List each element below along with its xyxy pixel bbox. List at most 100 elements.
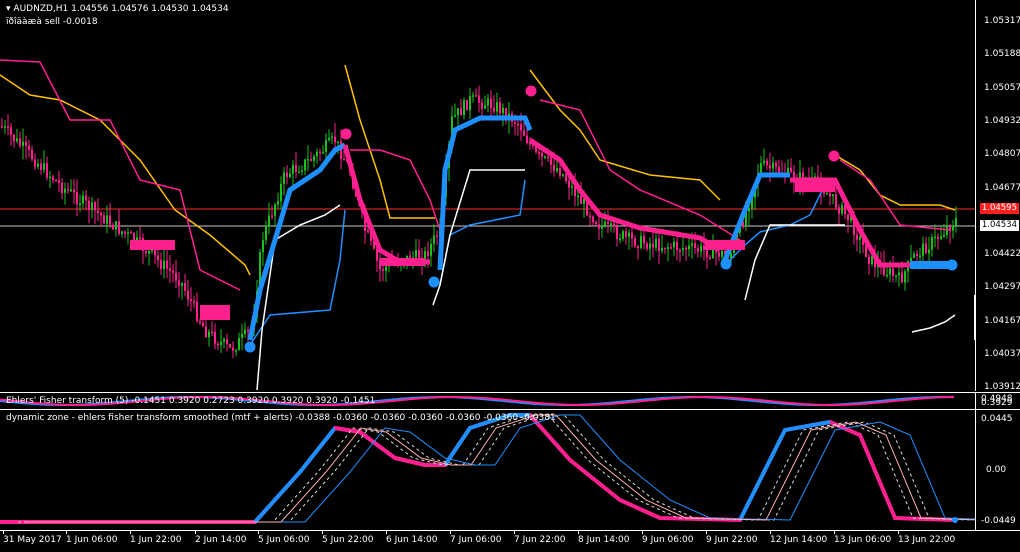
candle-body bbox=[274, 204, 276, 216]
price-scale-label: 1.05188 bbox=[984, 49, 1020, 60]
candle-body bbox=[457, 108, 459, 116]
candle-body bbox=[238, 337, 240, 351]
time-axis-label: 7 Jun 06:00 bbox=[450, 535, 502, 545]
candle-body bbox=[427, 251, 429, 256]
candle-body bbox=[283, 172, 285, 185]
candle-body bbox=[196, 301, 198, 321]
chevron-down-icon[interactable]: ▾ bbox=[6, 4, 11, 14]
candle-body bbox=[595, 222, 597, 225]
candle-body bbox=[37, 163, 39, 167]
time-tick bbox=[322, 531, 323, 534]
candle-body bbox=[610, 223, 612, 226]
candle-body bbox=[955, 218, 957, 226]
candle-body bbox=[541, 152, 543, 157]
signal-dot bbox=[828, 150, 840, 162]
candle-body bbox=[328, 137, 330, 141]
dz-level-line bbox=[18, 414, 974, 523]
dynamic-zone-canvas[interactable] bbox=[0, 410, 976, 530]
candle-body bbox=[910, 258, 912, 262]
candle-body bbox=[367, 230, 369, 233]
candle-body bbox=[943, 234, 945, 237]
candle-body bbox=[496, 102, 498, 112]
candle-body bbox=[526, 135, 528, 144]
time-axis-label: 8 Jun 14:00 bbox=[578, 535, 630, 545]
candle-body bbox=[472, 95, 474, 97]
candle-body bbox=[769, 165, 771, 169]
candle-body bbox=[76, 192, 78, 205]
signal-dot bbox=[525, 85, 537, 97]
candle-body bbox=[640, 235, 642, 248]
candle-body bbox=[187, 290, 189, 300]
candle-body bbox=[613, 223, 615, 227]
candle-body bbox=[454, 115, 456, 117]
candle-body bbox=[619, 238, 621, 241]
candle-body bbox=[838, 207, 840, 214]
candle-body bbox=[484, 105, 486, 109]
candle-body bbox=[649, 243, 651, 249]
candle-body bbox=[628, 232, 630, 237]
candle-body bbox=[4, 126, 6, 128]
candle-body bbox=[154, 249, 156, 256]
candle-body bbox=[223, 339, 225, 342]
candle-body bbox=[565, 174, 567, 181]
candle-body bbox=[79, 203, 81, 205]
candle-body bbox=[214, 331, 216, 344]
candle-body bbox=[679, 250, 681, 252]
price-scale[interactable]: 1.05317 1.05188 1.05057 1.04932 1.04807 1.046… bbox=[975, 0, 1020, 392]
candle-body bbox=[40, 163, 42, 170]
candle-body bbox=[307, 159, 309, 161]
candle-body bbox=[829, 193, 831, 197]
candle-body bbox=[931, 237, 933, 250]
candle-body bbox=[385, 266, 387, 271]
candle-body bbox=[148, 250, 150, 254]
candle-body bbox=[190, 299, 192, 302]
candle-group bbox=[1, 85, 957, 359]
dz-scale-label: -0.0449 bbox=[981, 516, 1016, 526]
candle-body bbox=[331, 136, 333, 139]
candle-body bbox=[460, 108, 462, 116]
dynamic-zone-scale[interactable]: 0.0445 0.00 -0.0449 bbox=[975, 410, 1020, 530]
stop-line bbox=[744, 224, 845, 301]
time-tick bbox=[770, 531, 771, 534]
main-chart-pane[interactable]: 1.05317 1.05188 1.05057 1.04932 1.04807 1.046… bbox=[0, 0, 1020, 392]
candle-body bbox=[865, 244, 867, 257]
candle-body bbox=[892, 268, 894, 277]
candle-body bbox=[502, 107, 504, 114]
time-axis-label: 31 May 2017 bbox=[3, 535, 62, 545]
candle-body bbox=[19, 138, 21, 146]
candle-body bbox=[55, 180, 57, 182]
dz-rising-segment bbox=[738, 420, 831, 521]
candle-body bbox=[172, 270, 174, 273]
candle-body bbox=[709, 257, 711, 259]
candle-body bbox=[109, 215, 111, 225]
fisher-pane[interactable]: Ehlers' Fisher transform (5) -0.1451 0.3… bbox=[0, 392, 1020, 409]
zone-block bbox=[705, 240, 745, 250]
candle-body bbox=[571, 185, 573, 188]
candle-body bbox=[208, 331, 210, 338]
fisher-scale[interactable]: 0.4948 0.3929 bbox=[975, 393, 1020, 409]
candle-body bbox=[433, 235, 435, 244]
candle-body bbox=[658, 238, 660, 251]
candle-body bbox=[7, 126, 9, 128]
price-chart-canvas[interactable] bbox=[0, 0, 976, 391]
candle-body bbox=[211, 331, 213, 334]
time-tick bbox=[706, 531, 707, 534]
sell-step-line bbox=[342, 144, 430, 265]
time-axis[interactable]: 31 May 2017 1 Jun 06:00 1 Jun 22:00 2 Jun 1… bbox=[0, 530, 1020, 552]
candle-body bbox=[538, 151, 540, 154]
dz-main-line bbox=[0, 413, 956, 524]
candle-body bbox=[478, 95, 480, 103]
candle-body bbox=[289, 173, 291, 178]
candle-body bbox=[580, 195, 582, 205]
candle-body bbox=[625, 231, 627, 237]
candle-body bbox=[310, 159, 312, 161]
dynamic-zone-pane[interactable]: dynamic zone - ehlers fisher transform s… bbox=[0, 409, 1020, 530]
signal-dot bbox=[244, 341, 256, 353]
candle-body bbox=[607, 221, 609, 224]
symbol-header: ▾ AUDNZD,H1 1.04556 1.04576 1.04530 1.04… bbox=[6, 4, 229, 15]
candle-body bbox=[898, 272, 900, 276]
candle-body bbox=[46, 163, 48, 178]
candle-body bbox=[124, 231, 126, 234]
candle-body bbox=[940, 236, 942, 239]
dynamic-zone-title: dynamic zone - ehlers fisher transform s… bbox=[6, 413, 556, 423]
